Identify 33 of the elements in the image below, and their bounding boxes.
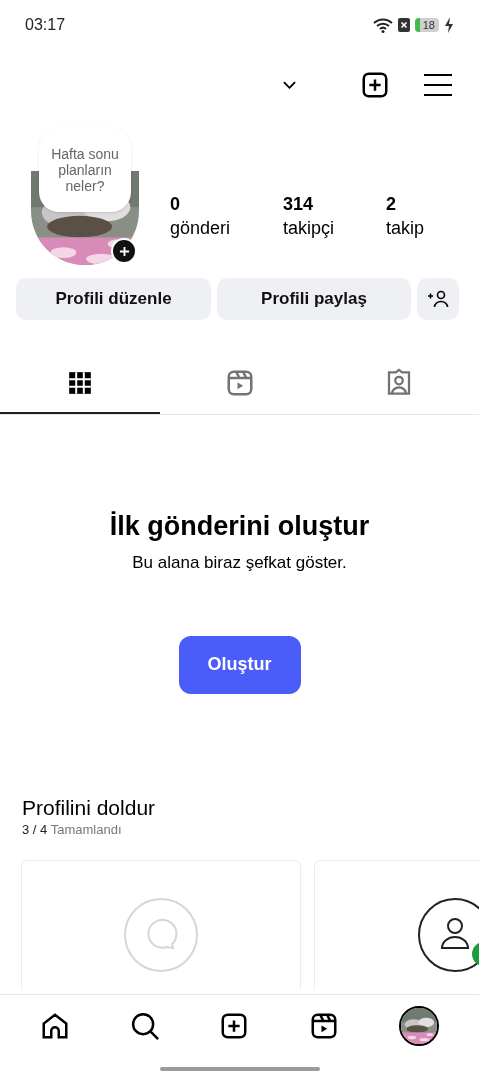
edit-profile-button[interactable]: Profili düzenle bbox=[16, 278, 211, 320]
empty-state-title: İlk gönderini oluştur bbox=[109, 510, 370, 543]
progress-label: Tamamlandı bbox=[50, 821, 122, 837]
note-bubble[interactable]: Hafta sonu planların neler? bbox=[39, 128, 131, 212]
stat-label[interactable]: takipçi bbox=[283, 215, 386, 241]
clock: 03:17 bbox=[25, 15, 66, 35]
add-person-icon bbox=[427, 290, 449, 308]
search-icon[interactable] bbox=[129, 1011, 160, 1041]
progress-count: 3 / 4 bbox=[22, 821, 48, 837]
stat-value: 0 bbox=[170, 193, 181, 215]
charging-icon bbox=[444, 17, 454, 33]
empty-state-subtitle: Bu alana biraz şefkat göster. bbox=[132, 552, 347, 574]
wifi-icon bbox=[372, 17, 393, 33]
menu-icon[interactable] bbox=[424, 74, 452, 96]
stat-value: 314 bbox=[283, 193, 315, 215]
grid-icon bbox=[66, 369, 93, 396]
stat-label[interactable]: takip bbox=[386, 215, 446, 241]
stat-value: 2 bbox=[386, 193, 397, 215]
stat-label[interactable]: gönderi bbox=[170, 215, 283, 241]
profile-avatar[interactable] bbox=[399, 1006, 440, 1046]
add-story-icon[interactable] bbox=[111, 238, 137, 264]
dropdown-caret-icon[interactable] bbox=[283, 81, 296, 89]
profile-photo-icon bbox=[417, 896, 479, 973]
discover-people-button[interactable] bbox=[417, 278, 459, 320]
section-title: Profilini doldur bbox=[22, 794, 157, 821]
add-icon bbox=[360, 70, 390, 100]
reels-icon bbox=[309, 1011, 340, 1041]
create-button[interactable]: Oluştur bbox=[178, 635, 301, 694]
share-profile-button[interactable]: Profili paylaş bbox=[217, 278, 411, 320]
battery-indicator: 18 bbox=[414, 18, 439, 32]
speech-bubble-icon bbox=[123, 896, 199, 973]
no-sim-icon bbox=[397, 18, 410, 32]
add-icon bbox=[219, 1011, 250, 1041]
